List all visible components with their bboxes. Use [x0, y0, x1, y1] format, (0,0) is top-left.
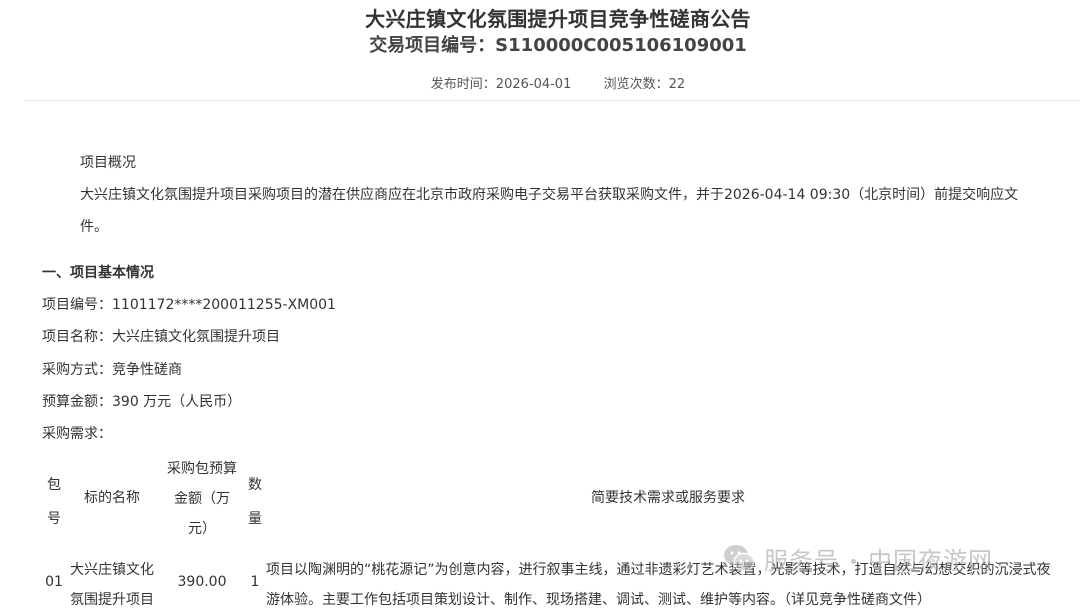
overview-heading: 项目概况: [80, 155, 136, 171]
col-header-package: 包号: [47, 477, 61, 527]
overview-text-line2: 件。: [80, 219, 108, 235]
project-number: 项目编号：1101172****200011255-XM001: [42, 297, 336, 313]
section-heading: 一、项目基本情况: [42, 265, 154, 281]
cell-name: 大兴庄镇文化 氛围提升项目: [70, 562, 154, 608]
project-code: 交易项目编号：S110000C005106109001: [369, 35, 747, 56]
views-count: 22: [668, 77, 686, 92]
publish-date: 2026-04-01: [495, 77, 572, 92]
page-title: 大兴庄镇文化氛围提升项目竞争性磋商公告: [365, 7, 751, 31]
overview-text-line1: 大兴庄镇文化氛围提升项目采购项目的潜在供应商应在北京市政府采购电子交易平台获取采…: [80, 187, 1019, 203]
header-divider: [24, 100, 1080, 101]
demand-label: 采购需求：: [42, 426, 112, 442]
publish-meta: 发布时间：2026-04-01 浏览次数：22: [0, 73, 1080, 92]
col-header-requirement: 简要技术需求或服务要求: [591, 490, 745, 506]
project-name: 项目名称：大兴庄镇文化氛围提升项目: [42, 329, 280, 345]
col-header-name: 标的名称: [84, 490, 140, 506]
budget-amount: 预算金额：390 万元（人民币）: [42, 394, 242, 410]
col-header-quantity: 数量: [248, 477, 262, 527]
procurement-method: 采购方式：竞争性磋商: [42, 362, 182, 378]
cell-budget: 390.00: [177, 574, 227, 590]
publish-label: 发布时间：: [430, 77, 496, 92]
cell-quantity: 1: [250, 574, 260, 590]
col-header-budget: 采购包预算 金额（万 元）: [167, 461, 237, 537]
views-label: 浏览次数：: [603, 77, 669, 92]
cell-requirement: 项目以陶渊明的“桃花源记”为创意内容，进行叙事主线，通过非遗彩灯艺术装置，光影等…: [266, 562, 1051, 608]
